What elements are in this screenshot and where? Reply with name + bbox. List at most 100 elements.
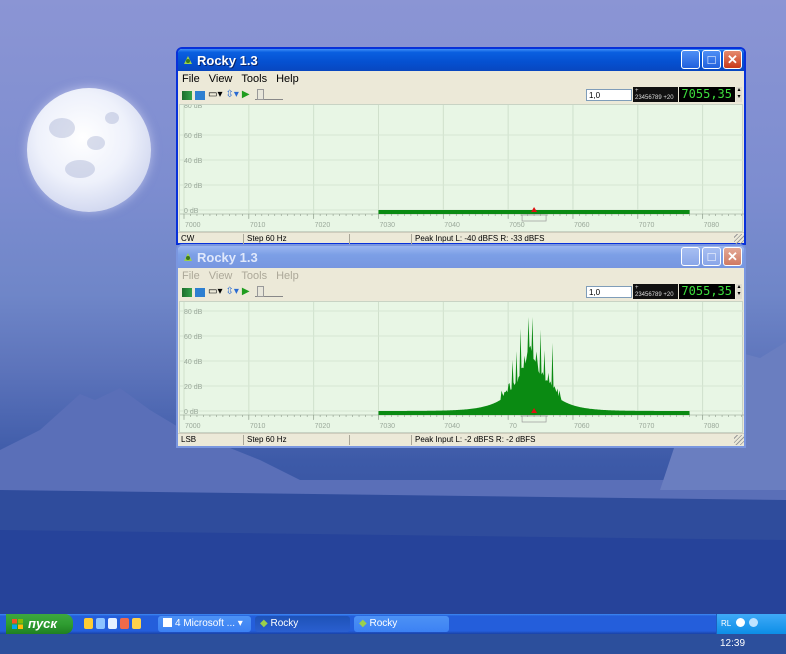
y-tick-label: 40 dB xyxy=(184,359,203,366)
volume-icon[interactable] xyxy=(736,618,745,627)
start-label: пуск xyxy=(28,616,57,631)
menu-view[interactable]: View xyxy=(209,270,233,282)
y-tick-label: 80 dB xyxy=(184,309,203,316)
frequency-spin[interactable]: ▴ ▾ xyxy=(736,87,742,102)
device-icon[interactable]: ▭▾ xyxy=(208,89,222,101)
windows-flag-icon xyxy=(12,619,23,629)
x-tick-label: 7040 xyxy=(444,423,460,430)
frequency-spin[interactable]: ▴ ▾ xyxy=(736,284,742,299)
window-title: Rocky 1.3 xyxy=(197,250,258,265)
x-tick-label: 7080 xyxy=(704,423,720,430)
quick-launch xyxy=(84,618,141,629)
x-tick-label: 7020 xyxy=(315,423,331,430)
band-icon[interactable]: ⇳▾ xyxy=(225,286,238,298)
status-bar: LSB Step 60 Hz Peak Input L: -2 dBFS R: … xyxy=(178,433,744,446)
rocky-app-icon: ◆ xyxy=(359,618,367,629)
menu-bar: File View Tools Help xyxy=(178,71,744,86)
rocky-window-2[interactable]: Rocky 1.3 _ □ ✕ File View Tools Help ▭▾ … xyxy=(176,244,746,448)
close-icon[interactable]: ✕ xyxy=(723,50,742,69)
toolbar: ▭▾ ⇳▾ ▶ 1,0 +23456789 +20 7055,35 ▴ ▾ xyxy=(178,283,744,301)
quick-launch-icon[interactable] xyxy=(84,618,93,629)
menu-bar: File View Tools Help xyxy=(178,268,744,283)
waterfall-icon[interactable] xyxy=(182,91,192,100)
menu-view[interactable]: View xyxy=(209,73,233,85)
color-icon[interactable] xyxy=(195,288,205,297)
x-tick-label: 7010 xyxy=(250,222,266,229)
status-step: Step 60 Hz xyxy=(244,435,350,445)
moon-image xyxy=(27,88,151,212)
y-tick-label: 20 dB xyxy=(184,183,203,190)
rocky-window-1[interactable]: Rocky 1.3 _ □ ✕ File View Tools Help ▭▾ … xyxy=(176,47,746,245)
task-button-rocky-1[interactable]: ◆ Rocky xyxy=(255,616,350,632)
x-tick-label: 7070 xyxy=(639,423,655,430)
minimize-icon[interactable]: _ xyxy=(681,50,700,69)
language-indicator[interactable]: RL xyxy=(721,619,731,628)
status-mode: CW xyxy=(178,234,244,244)
spectrum-trace xyxy=(378,317,689,415)
menu-tools[interactable]: Tools xyxy=(241,73,267,85)
network-icon[interactable] xyxy=(749,618,758,627)
quick-launch-icon[interactable] xyxy=(108,618,117,629)
menu-help[interactable]: Help xyxy=(276,270,299,282)
menu-help[interactable]: Help xyxy=(276,73,299,85)
spectrum-plot[interactable]: 7000 7010 7020 7030 7040 7050 7060 7070 7080 60 d… xyxy=(179,104,743,232)
signal-meter: +23456789 +20 xyxy=(633,284,678,299)
clock: 12:39 xyxy=(720,638,745,649)
menu-file[interactable]: File xyxy=(182,270,200,282)
x-tick-label: 7040 xyxy=(444,222,460,229)
status-mode: LSB xyxy=(178,435,244,445)
start-button[interactable]: пуск xyxy=(6,614,73,634)
device-icon[interactable]: ▭▾ xyxy=(208,286,222,298)
resize-grip[interactable] xyxy=(734,234,744,244)
frequency-display[interactable]: 7055,35 xyxy=(679,87,735,102)
x-tick-label: 7030 xyxy=(379,222,395,229)
task-button-word[interactable]: 4 Microsoft ... ▾ xyxy=(158,616,251,632)
y-tick-label: 20 dB xyxy=(184,384,203,391)
toolbar: ▭▾ ⇳▾ ▶ 1,0 +23456789 +20 7055,35 ▴ ▾ xyxy=(178,86,744,104)
x-tick-label: 7000 xyxy=(185,222,201,229)
x-tick-label: 7050 xyxy=(509,222,525,229)
minimize-icon[interactable]: _ xyxy=(681,247,700,266)
play-icon[interactable]: ▶ xyxy=(242,89,250,101)
status-peak: Peak Input L: -40 dBFS R: -33 dBFS xyxy=(412,234,612,244)
y-tick-label: 60 dB xyxy=(184,133,203,140)
rate-input[interactable]: 1,0 xyxy=(586,286,632,298)
x-tick-label: 7080 xyxy=(704,222,720,229)
color-icon[interactable] xyxy=(195,91,205,100)
y-tick-label: 80 dB xyxy=(184,105,203,110)
x-tick-label: 7070 xyxy=(639,222,655,229)
menu-tools[interactable]: Tools xyxy=(241,270,267,282)
frequency-display[interactable]: 7055,35 xyxy=(679,284,735,299)
title-bar[interactable]: Rocky 1.3 _ □ ✕ xyxy=(178,246,744,268)
y-tick-label: 0 dB xyxy=(184,409,199,416)
title-bar[interactable]: Rocky 1.3 _ □ ✕ xyxy=(178,49,744,71)
x-tick-label: 7060 xyxy=(574,222,590,229)
quick-launch-icon[interactable] xyxy=(132,618,141,629)
status-step: Step 60 Hz xyxy=(244,234,350,244)
menu-file[interactable]: File xyxy=(182,73,200,85)
close-icon[interactable]: ✕ xyxy=(723,247,742,266)
maximize-icon[interactable]: □ xyxy=(702,247,721,266)
rocky-app-icon: ◆ xyxy=(260,618,268,629)
x-tick-label: 7020 xyxy=(315,222,331,229)
task-button-rocky-2[interactable]: ◆ Rocky xyxy=(354,616,449,632)
volume-slider[interactable] xyxy=(255,91,283,100)
resize-grip[interactable] xyxy=(734,435,744,445)
y-tick-label: 0 dB xyxy=(184,208,199,215)
spectrum-plot[interactable]: 7000 7010 7020 7030 7040 70 7060 7070 7080 80 dB 6… xyxy=(179,301,743,433)
waterfall-icon[interactable] xyxy=(182,288,192,297)
x-tick-label: 70 xyxy=(509,423,517,430)
x-tick-label: 7000 xyxy=(185,423,201,430)
play-icon[interactable]: ▶ xyxy=(242,286,250,298)
x-tick-label: 7030 xyxy=(379,423,395,430)
x-tick-label: 7060 xyxy=(574,423,590,430)
band-icon[interactable]: ⇳▾ xyxy=(225,89,238,101)
rate-input[interactable]: 1,0 xyxy=(586,89,632,101)
signal-meter: +23456789 +20 xyxy=(633,87,678,102)
maximize-icon[interactable]: □ xyxy=(702,50,721,69)
word-icon xyxy=(163,618,172,627)
quick-launch-icon[interactable] xyxy=(120,618,129,629)
volume-slider[interactable] xyxy=(255,288,283,297)
rocky-app-icon xyxy=(182,54,194,66)
quick-launch-icon[interactable] xyxy=(96,618,105,629)
